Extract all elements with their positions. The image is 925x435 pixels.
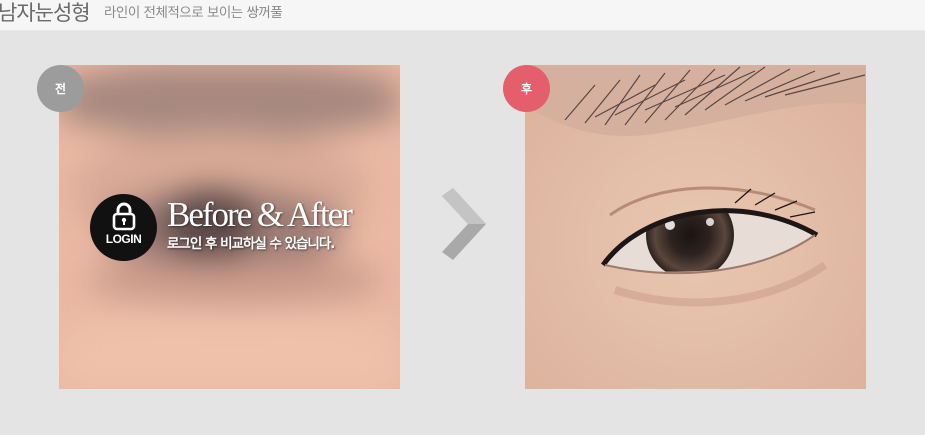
- login-label: LOGIN: [105, 232, 142, 246]
- before-after-title: Before & After: [167, 195, 353, 234]
- login-button[interactable]: LOGIN: [90, 194, 157, 261]
- chevron-right-icon: [442, 188, 486, 260]
- after-badge: 후: [503, 65, 550, 112]
- after-photo[interactable]: [525, 65, 866, 389]
- login-notice: 로그인 후 비교하실 수 있습니다.: [167, 236, 335, 252]
- page-subtitle: 라인이 전체적으로 보이는 쌍꺼풀: [104, 5, 283, 21]
- header-bar: 남자눈성형 라인이 전체적으로 보이는 쌍꺼풀: [0, 0, 925, 31]
- page-title: 남자눈성형: [0, 1, 91, 25]
- lock-icon: [112, 202, 136, 231]
- before-badge: 전: [37, 65, 84, 112]
- after-eye-image: [525, 65, 866, 389]
